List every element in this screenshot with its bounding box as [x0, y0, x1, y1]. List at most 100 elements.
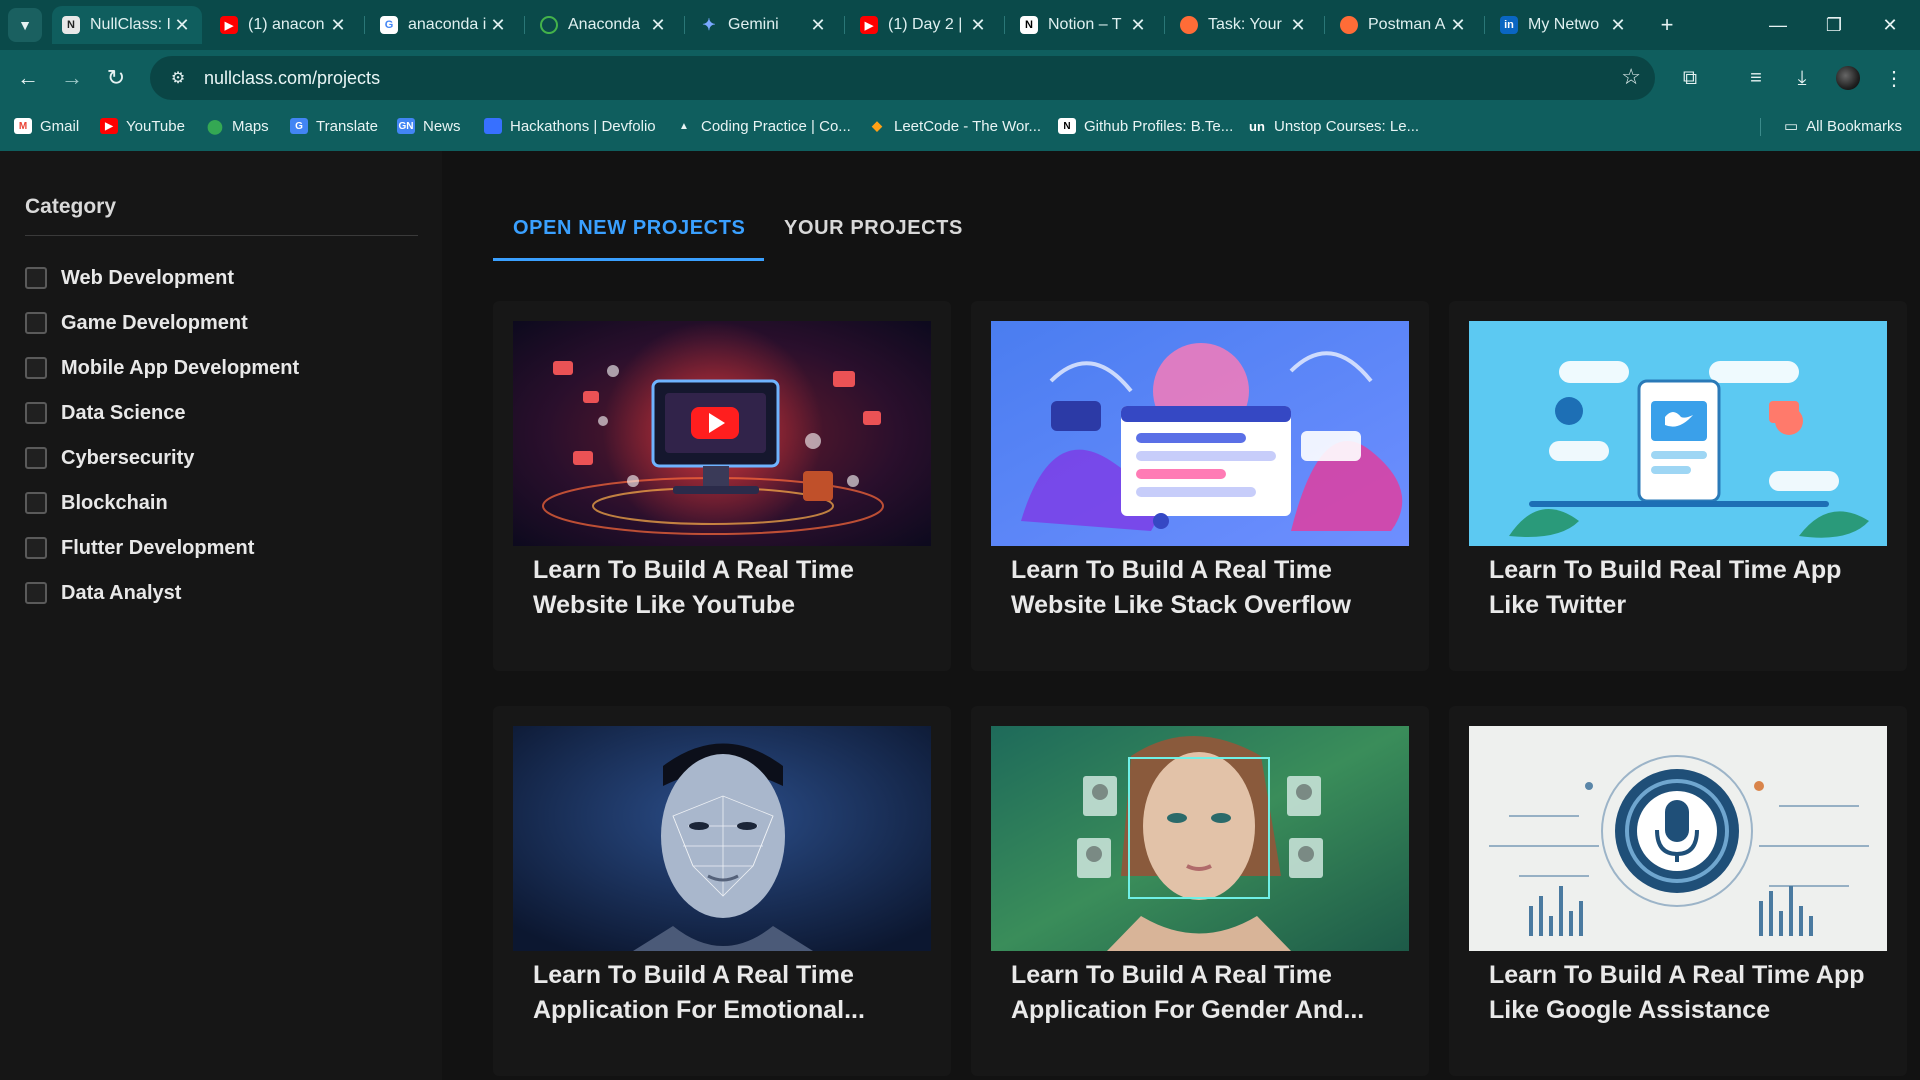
twitter-illustration	[1469, 321, 1887, 546]
project-title[interactable]: Learn To Build A Real Time Website Like …	[1011, 553, 1401, 623]
reload-icon: ↻	[106, 65, 126, 90]
close-window-button[interactable]: ✕	[1870, 8, 1910, 42]
category-checkbox[interactable]	[25, 492, 47, 514]
tab-nullclass[interactable]: N NullClass: I ✕	[52, 6, 202, 44]
project-title[interactable]: Learn To Build A Real Time Application F…	[533, 958, 923, 1028]
category-checkbox[interactable]	[25, 447, 47, 469]
tab-open-new-projects[interactable]: OPEN NEW PROJECTS	[513, 217, 745, 240]
project-card[interactable]: Learn To Build Real Time App Like Twitte…	[1449, 301, 1907, 671]
category-checkbox[interactable]	[25, 357, 47, 379]
folder-icon: ▭	[1783, 118, 1799, 135]
close-icon[interactable]: ✕	[968, 15, 988, 36]
media-queue-icon: ≡	[1750, 66, 1762, 89]
bookmark-star-icon[interactable]: ☆	[1621, 64, 1641, 90]
back-button[interactable]: ←	[12, 62, 44, 94]
bookmark-news[interactable]: GN News	[397, 106, 461, 146]
forward-arrow-icon: →	[61, 65, 83, 90]
tab-your-projects[interactable]: YOUR PROJECTS	[784, 217, 963, 240]
category-checkbox[interactable]	[25, 537, 47, 559]
bookmark-maps[interactable]: ⬤ Maps	[206, 106, 269, 146]
category-game-development[interactable]: Game Development	[25, 308, 248, 338]
tab-separator	[524, 16, 525, 34]
media-controls-button[interactable]: ≡	[1740, 62, 1772, 94]
close-icon[interactable]: ✕	[1608, 15, 1628, 36]
bookmark-coding-practice[interactable]: ▲ Coding Practice | Co...	[675, 106, 851, 146]
close-icon[interactable]: ✕	[1448, 15, 1468, 36]
restore-button[interactable]: ❐	[1814, 8, 1854, 42]
url-text[interactable]: nullclass.com/projects	[204, 68, 380, 89]
close-icon[interactable]: ✕	[328, 15, 348, 36]
profile-avatar[interactable]	[1834, 64, 1862, 92]
maps-pin-icon: ⬤	[207, 117, 223, 134]
category-blockchain[interactable]: Blockchain	[25, 488, 168, 518]
project-title[interactable]: Learn To Build A Real Time App Like Goog…	[1489, 958, 1879, 1028]
face-mesh-illustration	[513, 726, 931, 951]
stackoverflow-illustration	[991, 321, 1409, 546]
download-icon: ⤓	[1797, 66, 1807, 89]
close-icon[interactable]: ✕	[1288, 15, 1308, 36]
project-title[interactable]: Learn To Build Real Time App Like Twitte…	[1489, 553, 1879, 623]
close-icon[interactable]: ✕	[488, 15, 508, 36]
category-data-science[interactable]: Data Science	[25, 398, 186, 428]
new-tab-button[interactable]: +	[1652, 10, 1682, 40]
bookmark-unstop[interactable]: un Unstop Courses: Le...	[1248, 106, 1419, 146]
category-heading: Category	[25, 195, 117, 218]
category-checkbox[interactable]	[25, 582, 47, 604]
category-mobile-app-development[interactable]: Mobile App Development	[25, 353, 299, 383]
forward-button[interactable]: →	[56, 62, 88, 94]
tab-notion[interactable]: N Notion – T ✕	[1010, 6, 1158, 44]
bookmarks-bar: M Gmail ▶ YouTube ⬤ Maps G Translate GN …	[0, 106, 1920, 151]
close-icon[interactable]: ✕	[808, 15, 828, 36]
close-icon[interactable]: ✕	[1128, 15, 1148, 36]
close-icon[interactable]: ✕	[172, 15, 192, 36]
bookmark-leetcode[interactable]: ◆ LeetCode - The Wor...	[868, 106, 1041, 146]
minimize-icon: —	[1769, 14, 1787, 35]
postman-icon	[1340, 16, 1358, 34]
active-tab-indicator	[493, 258, 764, 261]
bookmark-github-profiles[interactable]: N Github Profiles: B.Te...	[1058, 106, 1233, 146]
all-bookmarks-button[interactable]: ▭ All Bookmarks	[1784, 106, 1902, 146]
category-checkbox[interactable]	[25, 312, 47, 334]
bookmark-translate[interactable]: G Translate	[290, 106, 378, 146]
translate-icon: G	[290, 118, 308, 134]
project-card[interactable]: Learn To Build A Real Time App Like Goog…	[1449, 706, 1907, 1076]
tab-search-button[interactable]: ▼	[8, 8, 42, 42]
minimize-button[interactable]: —	[1758, 8, 1798, 42]
bookmark-youtube[interactable]: ▶ YouTube	[100, 106, 185, 146]
site-info-icon[interactable]: ⚙	[158, 68, 198, 88]
project-card[interactable]: Learn To Build A Real Time Website Like …	[493, 301, 951, 671]
tab-task[interactable]: Task: Your ✕	[1170, 6, 1318, 44]
bookmark-devfolio[interactable]: Hackathons | Devfolio	[484, 106, 656, 146]
linkedin-icon: in	[1500, 16, 1518, 34]
category-web-development[interactable]: Web Development	[25, 263, 234, 293]
bookmark-gmail[interactable]: M Gmail	[14, 106, 79, 146]
address-bar[interactable]: ⚙ nullclass.com/projects ☆	[150, 56, 1655, 100]
category-checkbox[interactable]	[25, 402, 47, 424]
category-cybersecurity[interactable]: Cybersecurity	[25, 443, 194, 473]
tab-anaconda[interactable]: Anaconda ✕	[530, 6, 678, 44]
tab-gemini[interactable]: ✦ Gemini ✕	[690, 6, 838, 44]
browser-menu-button[interactable]: ⋮	[1878, 62, 1910, 94]
extensions-button[interactable]: ⧉	[1674, 62, 1706, 94]
tab-postman[interactable]: Postman A ✕	[1330, 6, 1478, 44]
youtube-icon: ▶	[100, 118, 118, 134]
project-card[interactable]: Learn To Build A Real Time Application F…	[971, 706, 1429, 1076]
gmail-icon: M	[14, 118, 32, 134]
category-checkbox[interactable]	[25, 267, 47, 289]
tab-google-anaconda[interactable]: G anaconda i ✕	[370, 6, 518, 44]
tab-linkedin[interactable]: in My Netwo ✕	[1490, 6, 1638, 44]
face-detection-illustration	[991, 726, 1409, 951]
category-data-analyst[interactable]: Data Analyst	[25, 578, 181, 608]
close-icon[interactable]: ✕	[648, 15, 668, 36]
reload-button[interactable]: ↻	[100, 62, 132, 94]
tab-youtube-day2[interactable]: ▶ (1) Day 2 | ✕	[850, 6, 998, 44]
tab-youtube-anaconda[interactable]: ▶ (1) anacon ✕	[210, 6, 358, 44]
project-card[interactable]: Learn To Build A Real Time Application F…	[493, 706, 951, 1076]
tab-separator	[844, 16, 845, 34]
project-title[interactable]: Learn To Build A Real Time Application F…	[1011, 958, 1401, 1028]
category-flutter-development[interactable]: Flutter Development	[25, 533, 254, 563]
project-card[interactable]: Learn To Build A Real Time Website Like …	[971, 301, 1429, 671]
tab-separator	[1164, 16, 1165, 34]
project-title[interactable]: Learn To Build A Real Time Website Like …	[533, 553, 923, 623]
downloads-button[interactable]: ⤓	[1786, 62, 1818, 94]
